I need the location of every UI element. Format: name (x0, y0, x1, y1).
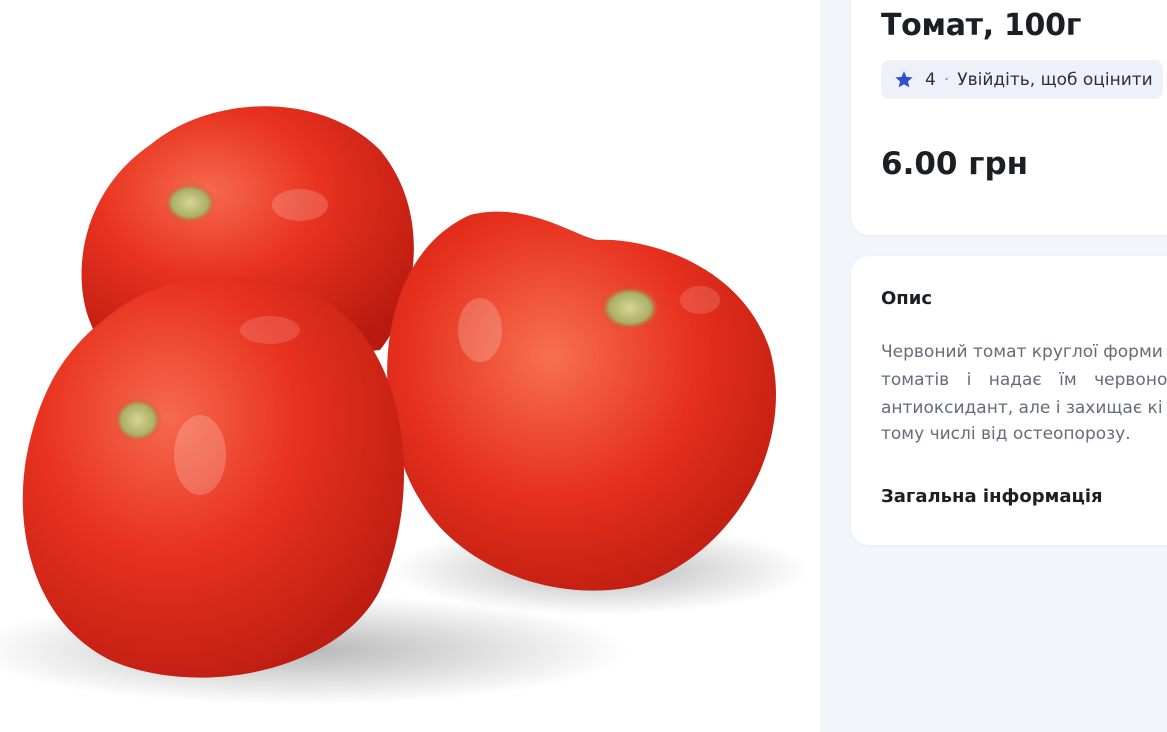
description-line: тому числі від остеопорозу. (881, 424, 1131, 444)
rating-separator: · (943, 69, 950, 90)
description-heading: Опис (881, 288, 933, 309)
general-info-heading[interactable]: Загальна інформація (881, 486, 1103, 507)
description-card: Опис Червоний томат круглої форми томаті… (851, 256, 1167, 545)
product-price: 6.00 грн (881, 146, 1029, 182)
product-title: Томат, 100г (881, 8, 1082, 43)
rating-value: 4 (925, 69, 936, 90)
star-icon (895, 70, 913, 87)
description-line: томатів і надає їм червоного (881, 370, 1167, 390)
product-page: Томат, 100г 4 · Увійдіть, щоб оцінити 6.… (0, 0, 1167, 732)
product-image (0, 0, 820, 732)
description-line: антиоксидант, але і захищає кі (881, 398, 1163, 418)
rating-button[interactable]: 4 · Увійдіть, щоб оцінити (881, 60, 1163, 99)
tomato-front (22, 276, 404, 678)
product-info-panel: Томат, 100г 4 · Увійдіть, щоб оцінити 6.… (820, 0, 1167, 732)
login-to-rate-link[interactable]: Увійдіть, щоб оцінити (957, 70, 1152, 90)
tomatoes-illustration (0, 106, 810, 705)
product-summary-card: Томат, 100г 4 · Увійдіть, щоб оцінити 6.… (851, 0, 1167, 235)
description-line: Червоний томат круглої форми (881, 342, 1163, 362)
tomato-right (387, 211, 777, 591)
